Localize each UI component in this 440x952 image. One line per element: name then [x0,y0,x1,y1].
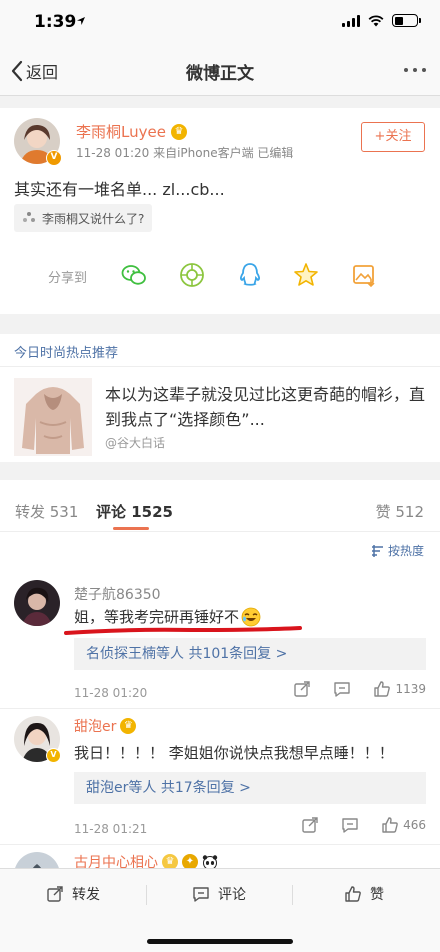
reply-summary[interactable]: 甜泡er等人 共17条回复 > [74,772,426,804]
separator [146,885,147,905]
hot-title: 本以为这辈子就没见过比这更奇葩的帽衫，直到我点了“选择颜色”... [105,385,426,429]
comment-icon[interactable] [333,680,351,698]
repost-icon[interactable] [301,816,319,834]
avatar-image [14,580,60,626]
commenter-avatar[interactable] [14,852,60,868]
sort-button[interactable]: 按热度 [371,542,424,559]
topic-sparkle-icon [23,212,35,222]
tabs: 转发 531 评论 1525 赞 512 [0,480,440,532]
tab-like[interactable]: 赞 512 [376,501,424,522]
hot-header: 今日时尚热点推荐 [14,346,119,361]
post-author[interactable]: 李雨桐Luyee ♛ [76,121,187,142]
repost-icon [47,886,63,902]
active-tab-indicator [113,527,149,530]
tab-comment[interactable]: 评论 1525 [96,501,173,522]
repost-icon[interactable] [293,680,311,698]
home-indicator[interactable] [147,939,293,944]
comment-time: 11-28 01:21 [74,822,148,836]
like-count: 1139 [395,682,426,696]
hot-thumbnail [14,378,92,456]
post-meta: 11-28 01:20 来自iPhone客户端 已编辑 [76,146,294,160]
hot-recommendation[interactable]: 今日时尚热点推荐 本以为这辈子就没见过比这更奇葩的帽衫，直到我点了“选择颜色”.… [0,334,440,462]
verified-badge-icon: V [46,150,62,166]
comment-item: 楚子航86350 姐，等我考完研再锤好不 名侦探王楠等人 共101条回复 > 1… [0,574,440,710]
bottom-action-bar: 转发 评论 赞 [0,868,440,952]
post-card: V 李雨桐Luyee ♛ 11-28 01:20 来自iPhone客户端 已编辑… [0,108,440,314]
crown-badge-icon: ♛ [170,123,187,140]
panda-badge-icon [202,855,218,868]
share-label: 分享到 [48,271,88,286]
qq-icon[interactable] [236,261,264,289]
page-title: 微博正文 [186,64,254,84]
thumbs-up-icon [382,817,398,833]
topic-label: 李雨桐又说什么了? [42,211,145,226]
like-button[interactable]: 赞 [344,884,384,904]
post-text: 其实还有一堆名单... zl...cb... [14,180,225,199]
thumbs-up-icon [374,681,391,697]
commenter-name[interactable]: 楚子航86350 [74,584,161,604]
location-arrow-icon [77,17,85,25]
commenter-name-text: 甜泡er [74,719,117,735]
moments-icon[interactable] [178,261,206,289]
commenter-name-text: 古月中心相心 [74,855,158,868]
divider [0,708,440,709]
red-underline-annotation [64,626,302,635]
commenter-avatar[interactable] [14,580,60,626]
sort-label: 按热度 [387,544,424,558]
cake-badge-icon: ♛ [162,854,178,868]
like-button[interactable]: 1139 [373,680,426,698]
comment-item: V 甜泡er ♛ 我日！！！！ 李姐姐你说快点我想早点睡！！！ 甜泡er等人 共… [0,710,440,846]
thumbs-up-icon [345,886,361,902]
hoodie-image [14,378,92,456]
commenter-name[interactable]: 甜泡er ♛ [74,716,137,736]
hot-source: @谷大白话 [105,436,166,450]
author-avatar[interactable]: V [14,118,62,166]
wifi-icon [368,14,384,26]
author-name: 李雨桐Luyee [76,123,166,141]
battery-icon [392,14,421,27]
comment-time: 11-28 01:20 [74,686,148,700]
comment-icon [193,887,209,902]
share-row: 分享到 [0,258,440,294]
repost-button[interactable]: 转发 [46,884,100,904]
topic-tag[interactable]: 李雨桐又说什么了? [14,204,153,232]
like-label: 赞 [370,887,384,903]
commenter-name[interactable]: 古月中心相心 ♛ ✦ [74,852,218,868]
wechat-icon[interactable] [120,261,148,289]
comment-list: 按热度 楚子航86350 姐，等我考完研再锤好不 名侦探王楠等人 共101条回复… [0,532,440,868]
verified-badge-icon: V [46,748,61,763]
more-icon[interactable] [404,68,426,72]
follow-button[interactable]: +关注 [361,122,425,152]
nav-bar: 返回 微博正文 [0,46,440,96]
comment-actions: 466 [301,816,426,834]
save-image-icon[interactable] [350,261,378,289]
avatar-image [14,852,60,868]
sort-icon [371,544,383,557]
gift-badge-icon: ✦ [182,854,198,868]
reply-summary[interactable]: 名侦探王楠等人 共101条回复 > [74,638,426,670]
comment-button[interactable]: 评论 [192,884,246,904]
divider [0,366,440,367]
status-time: 1:39 [34,12,77,32]
like-button[interactable]: 466 [381,816,426,834]
signal-icon [342,14,360,27]
tab-repost[interactable]: 转发 531 [15,501,78,522]
status-bar: 1:39 [0,0,440,46]
divider [0,844,440,845]
repost-label: 转发 [72,887,100,903]
favorite-star-icon[interactable] [292,261,320,289]
crown-badge-icon: ♛ [120,718,137,734]
separator [292,885,293,905]
comment-text: 我日！！！！ 李姐姐你说快点我想早点睡！！！ [74,744,394,762]
like-count: 466 [403,818,426,832]
comment-actions: 1139 [293,680,426,698]
comment-label: 评论 [218,887,246,903]
comment-icon[interactable] [341,816,359,834]
comment-item: 古月中心相心 ♛ ✦ [0,846,440,868]
status-icons [342,14,421,27]
